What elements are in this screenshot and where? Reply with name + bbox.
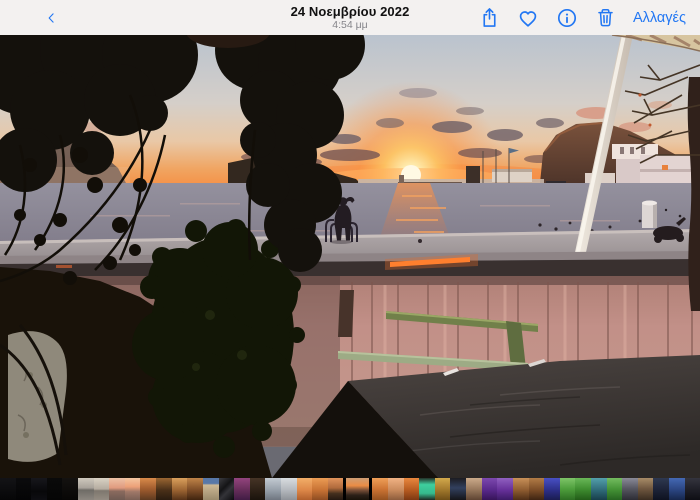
white-cylinder xyxy=(642,201,657,229)
sunset-harbor-photo xyxy=(0,35,700,478)
filmstrip-thumbnail[interactable] xyxy=(234,478,250,500)
edit-button[interactable]: Αλλαγές xyxy=(633,10,686,26)
filmstrip-thumbnail[interactable] xyxy=(203,478,219,500)
filmstrip-thumbnail[interactable] xyxy=(109,478,125,500)
filmstrip-thumbnail[interactable] xyxy=(312,478,328,500)
filmstrip-thumbnail[interactable] xyxy=(544,478,560,500)
filmstrip-thumbnail[interactable] xyxy=(31,478,47,500)
action-buttons: Αλλαγές xyxy=(479,6,700,29)
filmstrip-thumbnail[interactable] xyxy=(125,478,141,500)
filmstrip-thumbnail[interactable] xyxy=(250,478,266,500)
filmstrip-thumbnail[interactable] xyxy=(187,478,203,500)
filmstrip-thumbnail[interactable] xyxy=(591,478,607,500)
back-button[interactable] xyxy=(0,0,60,35)
filmstrip-thumbnail[interactable] xyxy=(388,478,404,500)
filmstrip-thumbnail[interactable] xyxy=(513,478,529,500)
filmstrip-thumbnail[interactable] xyxy=(156,478,172,500)
filmstrip-thumbnail[interactable] xyxy=(529,478,545,500)
share-button[interactable] xyxy=(479,6,500,29)
filmstrip-thumbnail[interactable] xyxy=(297,478,313,500)
trash-icon xyxy=(595,6,616,29)
photo-time-subtitle: 4:54 μμ xyxy=(332,19,367,31)
filmstrip-thumbnail[interactable] xyxy=(466,478,482,500)
filmstrip-thumbnail[interactable] xyxy=(435,478,451,500)
filmstrip-thumbnail[interactable] xyxy=(482,478,498,500)
filmstrip-thumbnail[interactable] xyxy=(638,478,654,500)
share-icon xyxy=(479,6,500,29)
filmstrip-thumbnail[interactable] xyxy=(622,478,638,500)
info-icon xyxy=(556,7,578,29)
filmstrip-thumbnail[interactable] xyxy=(140,478,156,500)
filmstrip-thumbnail[interactable] xyxy=(404,478,420,500)
filmstrip-thumbnail[interactable] xyxy=(94,478,110,500)
filmstrip-thumbnail[interactable] xyxy=(219,478,235,500)
delete-button[interactable] xyxy=(595,6,616,29)
filmstrip-thumbnail[interactable] xyxy=(450,478,466,500)
top-navigation-bar: 24 Νοεμβρίου 2022 4:54 μμ xyxy=(0,0,700,35)
info-button[interactable] xyxy=(556,7,578,29)
filmstrip-thumbnail[interactable] xyxy=(281,478,297,500)
filmstrip-thumbnail[interactable] xyxy=(265,478,281,500)
filmstrip-thumbnail[interactable] xyxy=(172,478,188,500)
filmstrip-thumbnail[interactable] xyxy=(16,478,32,500)
filmstrip-thumbnail[interactable] xyxy=(669,478,685,500)
filmstrip-thumbnail[interactable] xyxy=(372,478,388,500)
filmstrip-thumbnail[interactable] xyxy=(419,478,435,500)
filmstrip-thumbnail[interactable] xyxy=(685,478,700,500)
filmstrip-thumbnail[interactable] xyxy=(62,478,78,500)
filmstrip-thumbnail[interactable] xyxy=(575,478,591,500)
photo-date-title: 24 Νοεμβρίου 2022 xyxy=(291,5,410,19)
filmstrip-thumbnail[interactable] xyxy=(0,478,16,500)
filmstrip-thumbnail[interactable] xyxy=(497,478,513,500)
filmstrip xyxy=(0,478,700,500)
filmstrip-thumbnail[interactable] xyxy=(47,478,63,500)
filmstrip-thumbnail[interactable] xyxy=(560,478,576,500)
favorite-button[interactable] xyxy=(517,7,539,29)
heart-icon xyxy=(517,7,539,29)
filmstrip-thumbnail[interactable] xyxy=(328,478,344,500)
filmstrip-thumbnail[interactable] xyxy=(78,478,94,500)
photo-viewer[interactable] xyxy=(0,35,700,478)
filmstrip-thumbnail[interactable] xyxy=(653,478,669,500)
filmstrip-thumbnail-selected[interactable] xyxy=(346,478,369,500)
filmstrip-thumbnail[interactable] xyxy=(607,478,623,500)
photos-app-screen: 24 Νοεμβρίου 2022 4:54 μμ xyxy=(0,0,700,500)
chevron-left-icon xyxy=(48,7,54,29)
